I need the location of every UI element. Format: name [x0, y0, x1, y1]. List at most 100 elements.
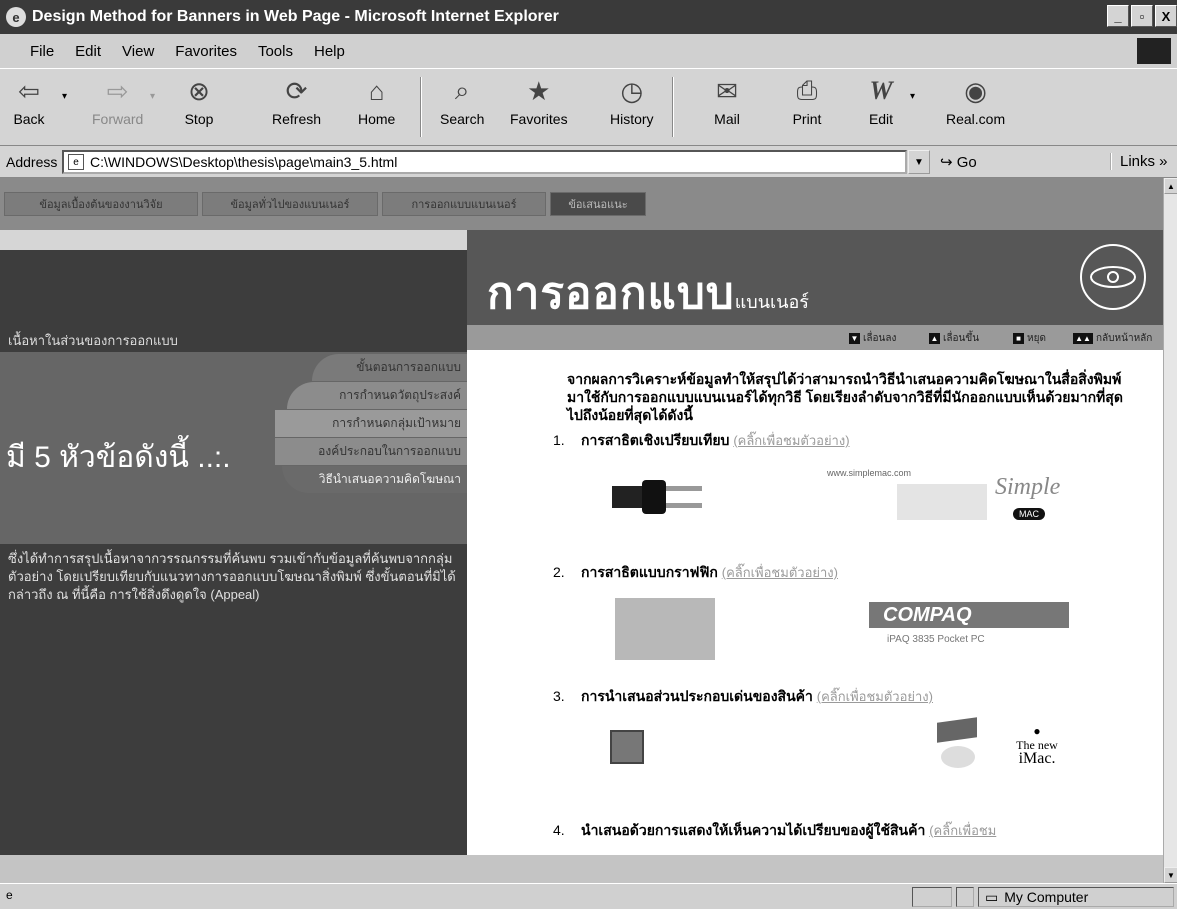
- address-input[interactable]: e C:\WINDOWS\Desktop\thesis\page\main3_5…: [62, 150, 907, 174]
- menu-help[interactable]: Help: [314, 43, 345, 60]
- search-icon: ⌕: [454, 75, 470, 105]
- back-dropdown-icon[interactable]: ▾: [62, 91, 67, 102]
- ie-logo-icon: e: [6, 7, 26, 27]
- up-arrow-icon: ▲: [929, 333, 940, 344]
- scroll-down-button[interactable]: ▼ เลื่อนลง: [849, 331, 896, 346]
- close-button[interactable]: X: [1155, 5, 1177, 27]
- stop-button[interactable]: ⊗ Stop: [182, 75, 216, 128]
- menu-file[interactable]: File: [30, 43, 54, 60]
- standard-toolbar: ⇦ Back ▾ ⇨ Forward ▾ ⊗ Stop ⟳ Refresh ⌂ …: [0, 68, 1177, 146]
- menu-bar: File Edit View Favorites Tools Help: [0, 34, 1177, 68]
- my-computer-icon: ▭: [985, 888, 999, 905]
- section-title-main: การออกแบบ: [487, 269, 735, 318]
- go-arrow-icon: ↪: [940, 154, 953, 171]
- compaq-banner: COMPAQ iPAQ 3835 Pocket PC: [869, 602, 1069, 658]
- search-button[interactable]: ⌕ Search: [440, 75, 484, 127]
- scroll-down-arrow-icon[interactable]: ▼: [1164, 867, 1177, 883]
- search-label: Search: [440, 111, 485, 127]
- topic-objectives[interactable]: การกำหนดวัตถุประสงค์: [287, 382, 467, 409]
- status-bar: e ▭ My Computer: [0, 883, 1177, 909]
- edit-icon: W: [869, 76, 893, 105]
- site-nav-bar: ข้อมูลเบื้องต้นของงานวิจัย ข้อมูลทั่วไปข…: [0, 178, 1163, 230]
- compaq-caption: iPAQ 3835 Pocket PC: [887, 634, 985, 645]
- vertical-scrollbar[interactable]: ▲ ▼: [1163, 178, 1177, 883]
- home-page-label: กลับหน้าหลัก: [1096, 333, 1153, 344]
- maximize-button[interactable]: ▫: [1131, 5, 1153, 27]
- double-up-icon: ▲▲: [1073, 333, 1093, 344]
- home-page-button[interactable]: ▲▲ กลับหน้าหลัก: [1073, 331, 1152, 346]
- status-panel: [956, 887, 974, 907]
- home-button[interactable]: ⌂ Home: [358, 75, 395, 128]
- edit-label: Edit: [868, 111, 894, 127]
- scroll-up-button[interactable]: ▲ เลื่อนขึ้น: [929, 331, 979, 346]
- back-button[interactable]: ⇦ Back: [12, 75, 46, 128]
- go-button[interactable]: ↪ Go: [940, 153, 977, 171]
- minimize-button[interactable]: _: [1107, 5, 1129, 27]
- topics-band: มี 5 หัวข้อดังนี้ ..:. ขั้นตอนการออกแบบ …: [0, 352, 467, 544]
- forward-dropdown-icon[interactable]: ▾: [150, 91, 155, 102]
- scroll-controls-bar: ▼ เลื่อนลง ▲ เลื่อนขึ้น ■ หยุด ▲▲ กลับหน…: [467, 325, 1163, 350]
- site-nav-suggestions[interactable]: ข้อเสนอแนะ: [550, 192, 646, 216]
- topic-design-elements[interactable]: องค์ประกอบในการออกแบบ: [275, 438, 467, 465]
- toolbar-separator: [672, 77, 674, 137]
- print-icon: ⎙: [796, 75, 818, 105]
- edit-button[interactable]: W Edit: [864, 75, 898, 127]
- address-label: Address: [6, 154, 58, 170]
- menu-edit[interactable]: Edit: [75, 43, 101, 60]
- refresh-label: Refresh: [272, 111, 322, 127]
- favorites-button[interactable]: ★ Favorites: [510, 75, 568, 128]
- back-label: Back: [13, 111, 45, 127]
- list-item: 4. นำเสนอด้วยการแสดงให้เห็นความได้เปรียบข…: [553, 822, 997, 838]
- example-link[interactable]: (คลิ๊กเพื่อชม: [929, 823, 996, 838]
- list-item: 2. การสาธิตแบบกราฟฟิก (คลิ๊กเพื่อชมตัวอย่…: [553, 564, 838, 580]
- site-nav-research-info[interactable]: ข้อมูลเบื้องต้นของงานวิจัย: [4, 192, 198, 216]
- topic-ad-presentation[interactable]: วิธีนำเสนอความคิดโฆษณา: [282, 466, 467, 493]
- refresh-button[interactable]: ⟳ Refresh: [272, 75, 322, 128]
- list-item: 1. การสาธิตเชิงเปรียบเทียบ (คลิ๊กเพื่อชมต…: [553, 432, 850, 448]
- favorites-icon: ★: [527, 75, 551, 106]
- section-title: การออกแบบแบนเนอร์: [487, 258, 809, 328]
- stop-scroll-label: หยุด: [1027, 333, 1046, 344]
- history-button[interactable]: ◷ History: [610, 75, 654, 128]
- forward-button[interactable]: ⇨ Forward: [92, 75, 143, 128]
- realcom-icon: ◉: [964, 75, 987, 106]
- simplemac-logo: Simple: [995, 474, 1061, 500]
- pocket-pc-hand-image: [615, 598, 715, 660]
- zone-panel: ▭ My Computer: [978, 887, 1174, 907]
- intro-paragraph: จากผลการวิเคราะห์ข้อมูลทำให้สรุปได้ว่าสา…: [567, 371, 1123, 423]
- site-nav-banner-info[interactable]: ข้อมูลทั่วไปของแบนเนอร์: [202, 192, 378, 216]
- stop-icon: ⊗: [188, 75, 210, 106]
- stop-scroll-button[interactable]: ■ หยุด: [1013, 331, 1046, 346]
- stop-label: Stop: [184, 111, 214, 127]
- window-title: Design Method for Banners in Web Page - …: [32, 8, 559, 25]
- print-button[interactable]: ⎙ Print: [790, 75, 824, 127]
- edit-dropdown-icon[interactable]: ▾: [910, 91, 915, 102]
- site-nav-banner-design[interactable]: การออกแบบแบนเนอร์: [382, 192, 546, 216]
- topic-design-steps[interactable]: ขั้นตอนการออกแบบ: [312, 354, 467, 381]
- menu-view[interactable]: View: [122, 43, 154, 60]
- example-link[interactable]: (คลิ๊กเพื่อชมตัวอย่าง): [733, 433, 849, 448]
- back-arrow-icon: ⇦: [18, 75, 40, 106]
- product-icon-image: [610, 730, 644, 764]
- scroll-up-arrow-icon[interactable]: ▲: [1164, 178, 1177, 194]
- scroll-down-label: เลื่อนลง: [863, 333, 897, 344]
- realcom-button[interactable]: ◉ Real.com: [946, 75, 1005, 128]
- topic-target-group[interactable]: การกำหนดกลุ่มเป้าหมาย: [275, 410, 467, 437]
- example-link[interactable]: (คลิ๊กเพื่อชมตัวอย่าง): [817, 689, 933, 704]
- section-header: การออกแบบแบนเนอร์: [467, 230, 1163, 325]
- stop-square-icon: ■: [1013, 333, 1024, 344]
- address-dropdown-button[interactable]: ▼: [908, 150, 930, 174]
- section-title-sub: แบนเนอร์: [734, 292, 809, 312]
- menu-favorites[interactable]: Favorites: [175, 43, 237, 60]
- down-arrow-icon: ▼: [849, 333, 860, 344]
- mail-icon: ✉: [716, 75, 738, 106]
- home-icon: ⌂: [368, 75, 385, 106]
- menu-tools[interactable]: Tools: [258, 43, 293, 60]
- links-button[interactable]: Links »: [1110, 153, 1168, 170]
- zone-label: My Computer: [1004, 889, 1089, 905]
- web-page: ข้อมูลเบื้องต้นของงานวิจัย ข้อมูลทั่วไปข…: [0, 178, 1163, 883]
- mail-button[interactable]: ✉ Mail: [710, 75, 744, 128]
- imac-computer-image: [937, 717, 985, 772]
- example-link[interactable]: (คลิ๊กเพื่อชมตัวอย่าง): [722, 565, 838, 580]
- compaq-logo: COMPAQ: [869, 602, 1069, 628]
